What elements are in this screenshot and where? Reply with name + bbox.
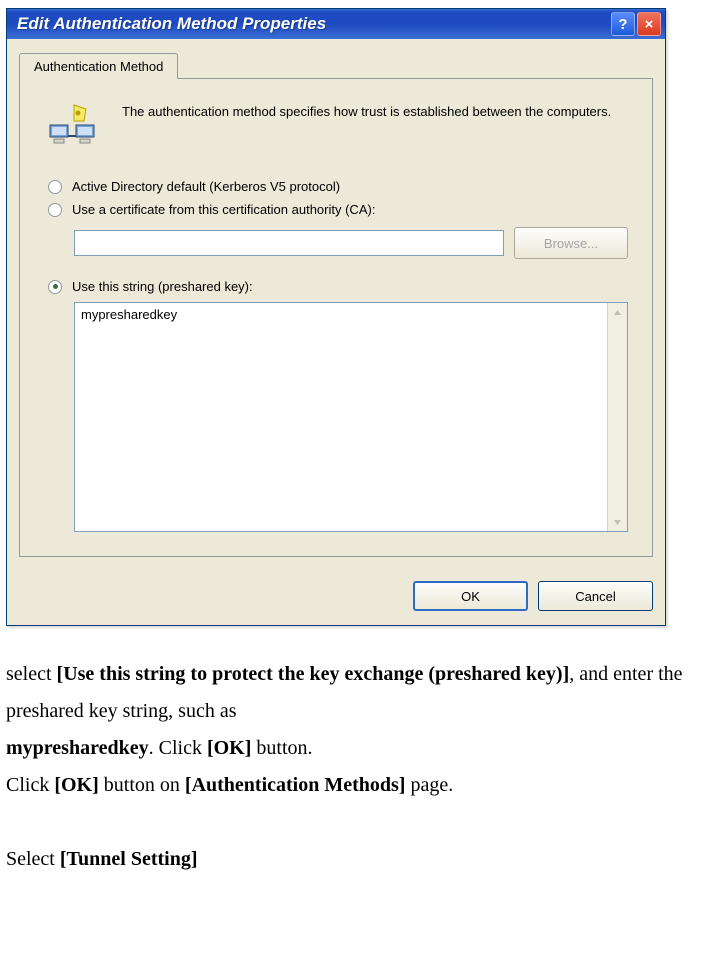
radio-icon[interactable] [48,280,62,294]
tab-strip: Authentication Method [19,53,653,79]
tab-content: The authentication method specifies how … [19,78,653,557]
doc-paragraph: Click [OK] button on [Authentication Met… [6,767,703,804]
intro-section: The authentication method specifies how … [44,103,628,149]
radio-label-preshared: Use this string (preshared key): [72,279,253,294]
intro-text: The authentication method specifies how … [122,103,611,122]
scroll-up-icon[interactable] [608,303,627,321]
window-title: Edit Authentication Method Properties [17,14,326,34]
radio-icon[interactable] [48,180,62,194]
radio-icon[interactable] [48,203,62,217]
tab-label: Authentication Method [34,59,163,74]
button-bar: OK Cancel [7,569,665,625]
cancel-label: Cancel [575,589,615,604]
ok-button[interactable]: OK [413,581,528,611]
help-button[interactable]: ? [611,12,635,36]
doc-paragraph [6,804,703,841]
cancel-button[interactable]: Cancel [538,581,653,611]
security-network-icon [44,103,100,149]
vertical-scrollbar[interactable] [607,303,627,531]
doc-paragraph: mypresharedkey. Click [OK] button. [6,730,703,767]
dialog-window: Edit Authentication Method Properties ? … [6,8,666,626]
textarea-content[interactable]: mypresharedkey [75,303,607,531]
certificate-field[interactable] [74,230,504,256]
tab-authentication-method[interactable]: Authentication Method [19,53,178,79]
help-icon: ? [618,16,627,33]
document-text: select [Use this string to protect the k… [0,626,711,898]
scroll-down-icon[interactable] [608,513,627,531]
doc-paragraph: Select [Tunnel Setting] [6,841,703,878]
titlebar[interactable]: Edit Authentication Method Properties ? … [7,9,665,39]
dialog-body: Authentication Method The authentication… [7,39,665,569]
ok-label: OK [461,589,480,604]
radio-label-certificate: Use a certificate from this certificatio… [72,202,375,217]
browse-button: Browse... [514,227,628,259]
radio-kerberos[interactable]: Active Directory default (Kerberos V5 pr… [48,179,628,194]
preshared-key-textarea[interactable]: mypresharedkey [74,302,628,532]
radio-label-kerberos: Active Directory default (Kerberos V5 pr… [72,179,340,194]
scrollbar-track[interactable] [608,321,627,513]
window-controls: ? × [611,12,661,36]
tab-divider [178,78,653,79]
close-button[interactable]: × [637,12,661,36]
certificate-row: Browse... [74,227,628,259]
browse-label: Browse... [544,236,598,251]
close-icon: × [645,16,654,33]
radio-certificate[interactable]: Use a certificate from this certificatio… [48,202,628,217]
doc-paragraph: select [Use this string to protect the k… [6,656,703,730]
radio-preshared[interactable]: Use this string (preshared key): [48,279,628,294]
